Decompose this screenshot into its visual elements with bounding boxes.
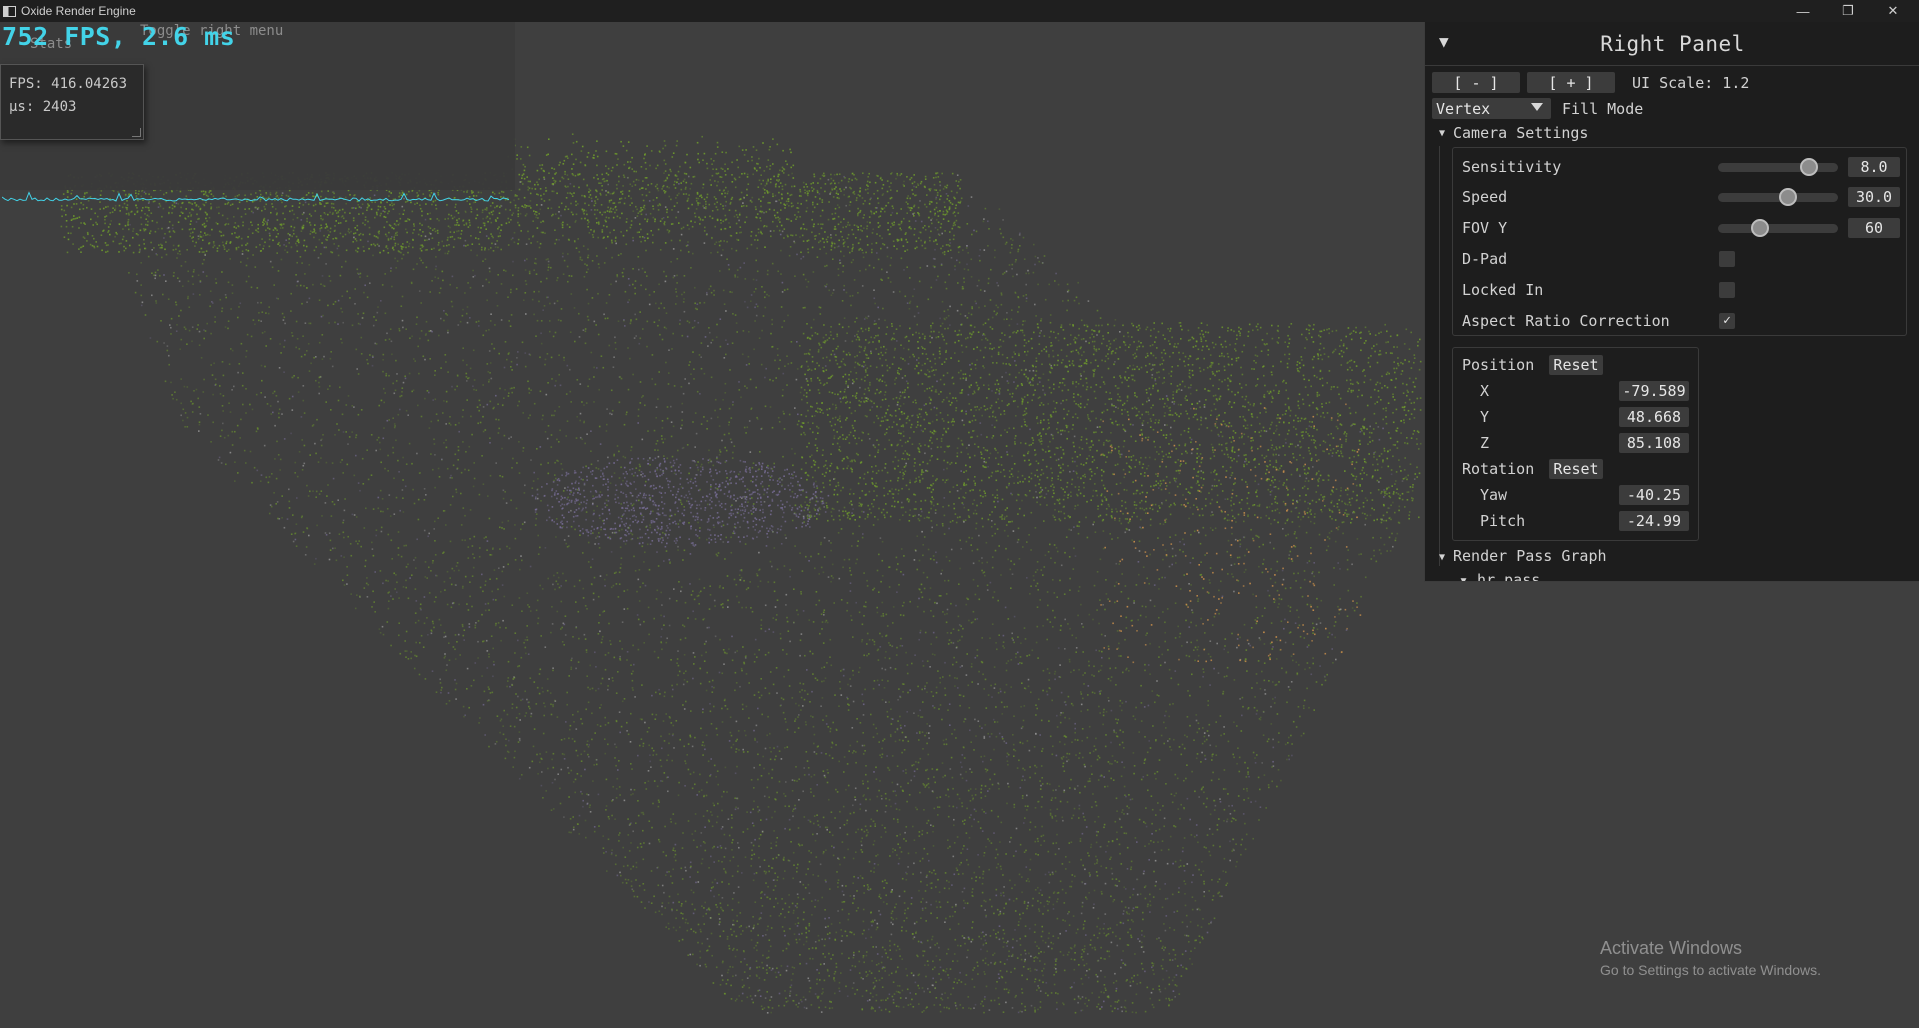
app-icon (3, 5, 16, 17)
ui-scale-increase-button[interactable]: [ + ] (1527, 72, 1615, 93)
activation-title: Activate Windows (1600, 938, 1743, 958)
speed-slider-handle[interactable] (1778, 188, 1797, 206)
aspect-ratio-checkbox[interactable]: ✓ (1719, 313, 1735, 329)
section-indent-line (1439, 146, 1440, 566)
position-label: Position (1462, 356, 1535, 374)
speed-value[interactable]: 30.0 (1848, 187, 1900, 207)
maximize-icon[interactable]: ❐ (1826, 0, 1870, 22)
section-expanded-icon[interactable]: ▼ (1439, 552, 1445, 563)
close-icon[interactable]: ✕ (1871, 0, 1915, 22)
speed-slider[interactable] (1718, 193, 1838, 202)
right-panel-header: ▼ Right Panel (1425, 22, 1919, 66)
locked-in-label: Locked In (1462, 281, 1544, 299)
resize-grip-icon[interactable] (132, 128, 141, 137)
yaw-label: Yaw (1480, 486, 1508, 504)
right-panel[interactable]: ▼ Right Panel [ - ] [ + ] UI Scale: 1.2 … (1424, 22, 1919, 582)
chevron-down-icon (1531, 103, 1543, 111)
stats-box[interactable]: FPS: 416.04263 μs: 2403 (0, 64, 144, 140)
stats-window[interactable]: Toggle right menu Stats 752 FPS, 2.6 ms … (0, 22, 515, 202)
position-x-value[interactable]: -79.589 (1619, 381, 1689, 401)
speed-label: Speed (1462, 188, 1508, 206)
fov-y-label: FOV Y (1462, 219, 1508, 237)
activation-watermark: Activate Windows Go to Settings to activ… (1600, 938, 1821, 978)
position-y-label: Y (1480, 408, 1490, 426)
position-y-value[interactable]: 48.668 (1619, 407, 1689, 427)
fill-mode-dropdown[interactable]: Vertex (1432, 98, 1551, 119)
camera-settings-header[interactable]: Camera Settings (1453, 124, 1588, 142)
title-bar: Oxide Render Engine — ❐ ✕ (0, 0, 1919, 22)
window-title: Oxide Render Engine (21, 4, 136, 18)
position-z-label: Z (1480, 434, 1490, 452)
sensitivity-value[interactable]: 8.0 (1848, 157, 1900, 177)
yaw-value[interactable]: -40.25 (1619, 485, 1689, 505)
fps-readout: 752 FPS, 2.6 ms (2, 22, 236, 51)
sensitivity-label: Sensitivity (1462, 158, 1562, 176)
position-reset-button[interactable]: Reset (1549, 355, 1603, 375)
position-x-label: X (1480, 382, 1490, 400)
right-panel-title: Right Panel (1600, 32, 1745, 56)
render-pass-graph-header[interactable]: Render Pass Graph (1453, 547, 1607, 565)
fps-value: FPS: 416.04263 (9, 76, 128, 92)
pitch-label: Pitch (1480, 512, 1526, 530)
dpad-label: D-Pad (1462, 250, 1508, 268)
ui-scale-label: UI Scale: 1.2 (1632, 74, 1750, 92)
rotation-label: Rotation (1462, 460, 1535, 478)
section-expanded-icon[interactable]: ▼ (1439, 128, 1445, 139)
position-z-value[interactable]: 85.108 (1619, 433, 1689, 453)
locked-in-checkbox[interactable] (1719, 282, 1735, 298)
render-pass-item[interactable]: ▾ hr pass (1459, 571, 1540, 581)
fill-mode-selected: Vertex (1436, 99, 1491, 118)
fill-mode-label: Fill Mode (1562, 100, 1644, 118)
fov-y-value[interactable]: 60 (1848, 218, 1900, 238)
pitch-value[interactable]: -24.99 (1619, 511, 1689, 531)
activation-subtitle: Go to Settings to activate Windows. (1600, 962, 1821, 978)
frame-time-value: μs: 2403 (9, 99, 77, 115)
rotation-reset-button[interactable]: Reset (1549, 459, 1603, 479)
ui-scale-decrease-button[interactable]: [ - ] (1432, 72, 1520, 93)
dpad-checkbox[interactable] (1719, 251, 1735, 267)
sensitivity-slider[interactable] (1718, 163, 1838, 172)
aspect-ratio-label: Aspect Ratio Correction (1462, 312, 1670, 330)
fov-y-slider[interactable] (1718, 224, 1838, 233)
frame-time-graph (2, 191, 510, 202)
minimize-icon[interactable]: — (1781, 0, 1825, 22)
fov-y-slider-handle[interactable] (1751, 219, 1769, 237)
